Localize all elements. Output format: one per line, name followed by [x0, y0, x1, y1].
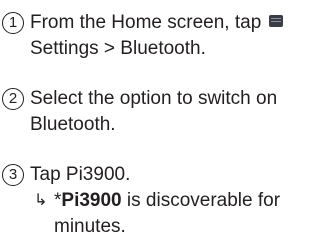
device-name: Pi3900	[61, 190, 122, 211]
step-1-text-line-1: From the Home screen, tap	[30, 10, 284, 36]
step-3-text-line-1: Tap Pi3900.	[30, 164, 131, 185]
result-text-rest: is discoverable for	[121, 190, 281, 211]
instruction-steps: 1 From the Home screen, tap Settings > B…	[0, 0, 336, 240]
step-number-2: 2	[2, 88, 24, 110]
step-1-text-line-2: Settings > Bluetooth.	[30, 38, 206, 59]
step-number-3: 3	[2, 164, 24, 186]
step-3-result-line-2: minutes.	[54, 216, 126, 237]
step-3-result-line-1: *Pi3900 is discoverable for	[54, 188, 280, 214]
step-2-text-line-1: Select the option to switch on	[30, 88, 278, 109]
result-arrow-icon: ↳	[34, 192, 48, 209]
step-2-text-line-2: Bluetooth.	[30, 114, 116, 135]
settings-icon	[268, 15, 283, 27]
step-1-text-before-icon: From the Home screen, tap	[30, 12, 262, 33]
step-number-1: 1	[2, 12, 24, 34]
